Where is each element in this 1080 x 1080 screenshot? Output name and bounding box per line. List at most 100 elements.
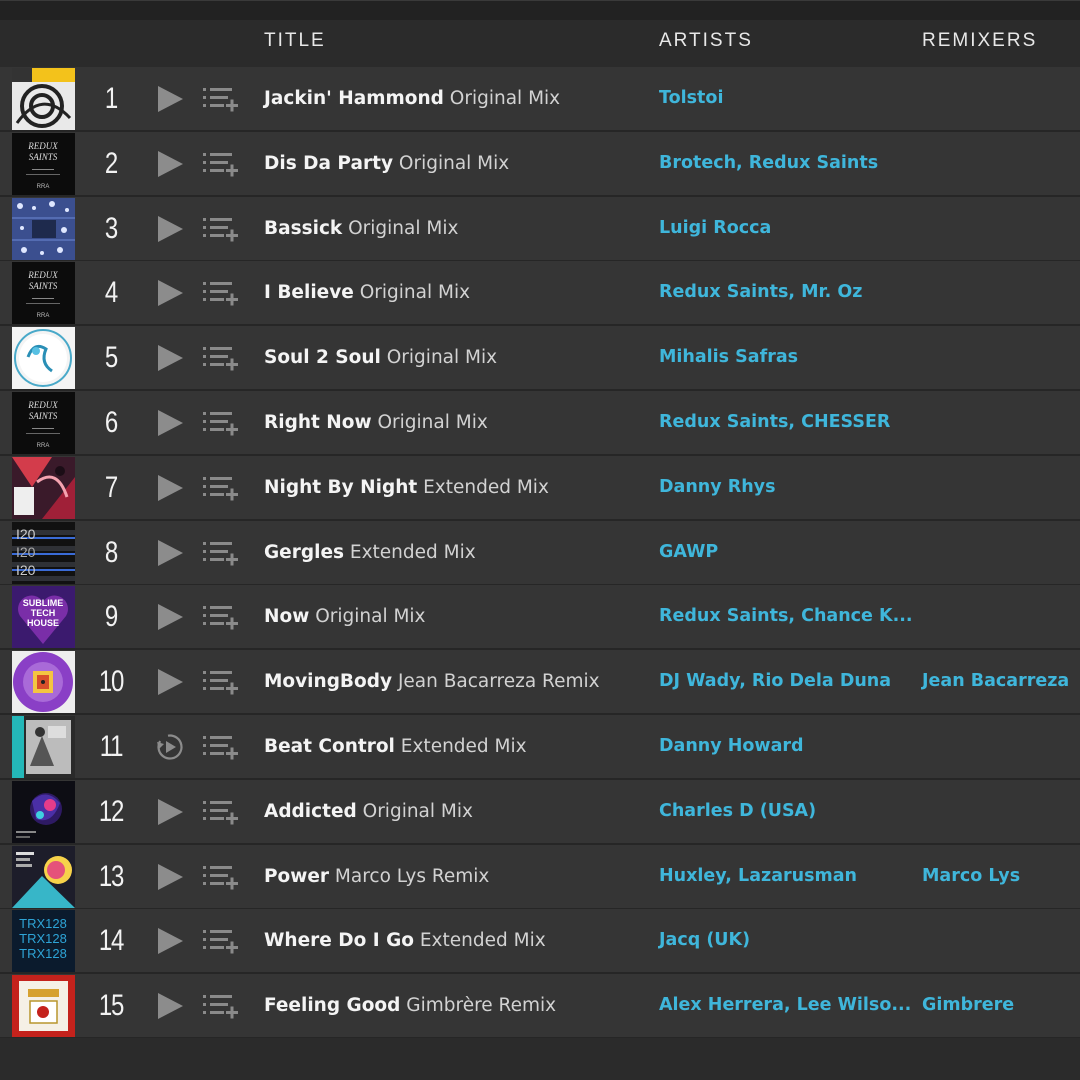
track-row-13[interactable]: 13 Power Marco Lys Remix Huxley, Lazarus… — [0, 844, 1080, 908]
track-row-15[interactable]: 15 Feeling Good Gimbrère Remix Alex Herr… — [0, 974, 1080, 1038]
release-artwork[interactable]: REDUX SAINTS RRA — [12, 262, 75, 325]
add-to-queue-icon[interactable] — [202, 214, 240, 244]
release-artwork[interactable] — [12, 715, 75, 778]
track-artists[interactable]: Luigi Rocca — [659, 197, 771, 260]
release-artwork[interactable] — [12, 197, 75, 260]
track-title[interactable]: Jackin' Hammond Original Mix — [264, 67, 560, 130]
play-icon[interactable] — [155, 343, 185, 373]
track-title[interactable]: Bassick Original Mix — [264, 197, 458, 260]
play-icon[interactable] — [155, 667, 185, 697]
track-row-8[interactable]: I20 I20 I20 8 Gergles Extended Mix GAWP — [0, 520, 1080, 584]
track-artists[interactable]: Charles D (USA) — [659, 780, 816, 843]
track-artists[interactable]: Alex Herrera, Lee Wilso... — [659, 974, 911, 1037]
release-artwork[interactable] — [12, 975, 75, 1038]
track-name: Feeling Good — [264, 995, 401, 1017]
play-icon[interactable] — [155, 926, 185, 956]
add-to-queue-icon[interactable] — [202, 343, 240, 373]
release-artwork[interactable]: TRX128 TRX128 TRX128 — [12, 910, 75, 973]
add-to-queue-icon[interactable] — [202, 862, 240, 892]
play-icon[interactable] — [155, 214, 185, 244]
track-title[interactable]: Night By Night Extended Mix — [264, 456, 549, 519]
track-row-11[interactable]: 11 Beat Control Extended Mix Danny Howar… — [0, 714, 1080, 778]
track-remixers[interactable]: Gimbrere — [922, 974, 1014, 1037]
track-row-14[interactable]: TRX128 TRX128 TRX128 14 Where Do I Go Exte… — [0, 909, 1080, 973]
play-icon[interactable] — [155, 278, 185, 308]
add-to-queue-icon[interactable] — [202, 149, 240, 179]
add-to-queue-icon[interactable] — [202, 797, 240, 827]
add-to-queue-icon[interactable] — [202, 991, 240, 1021]
track-artists[interactable]: Brotech, Redux Saints — [659, 132, 878, 195]
release-artwork[interactable] — [12, 327, 75, 390]
track-remixers[interactable]: Jean Bacarreza — [922, 650, 1069, 713]
track-remixers[interactable]: Marco Lys — [922, 845, 1020, 908]
add-to-queue-icon[interactable] — [202, 473, 240, 503]
release-artwork[interactable]: REDUX SAINTS RRA — [12, 391, 75, 454]
svg-text:I20: I20 — [16, 562, 36, 578]
track-artists[interactable]: Redux Saints, Mr. Oz — [659, 261, 862, 324]
track-artists[interactable]: Tolstoi — [659, 67, 723, 130]
release-artwork[interactable] — [12, 456, 75, 519]
track-title[interactable]: Dis Da Party Original Mix — [264, 132, 509, 195]
track-row-5[interactable]: 5 Soul 2 Soul Original Mix Mihalis Safra… — [0, 326, 1080, 390]
play-icon[interactable] — [155, 408, 185, 438]
track-title[interactable]: Right Now Original Mix — [264, 391, 488, 454]
release-artwork[interactable]: SUBLIME TECH HOUSE — [12, 586, 75, 649]
track-title[interactable]: I Believe Original Mix — [264, 261, 470, 324]
track-artists[interactable]: Mihalis Safras — [659, 326, 798, 389]
column-header-remixers[interactable]: REMIXERS — [922, 30, 1037, 52]
add-to-queue-icon[interactable] — [202, 732, 240, 762]
replay-icon[interactable] — [155, 732, 185, 762]
add-to-queue-icon[interactable] — [202, 408, 240, 438]
play-icon[interactable] — [155, 538, 185, 568]
track-row-12[interactable]: 12 Addicted Original Mix Charles D (USA) — [0, 779, 1080, 843]
track-artists[interactable]: Huxley, Lazarusman — [659, 845, 857, 908]
track-title[interactable]: Beat Control Extended Mix — [264, 715, 527, 778]
play-icon[interactable] — [155, 862, 185, 892]
track-row-3[interactable]: 3 Bassick Original Mix Luigi Rocca — [0, 196, 1080, 260]
track-artists[interactable]: Danny Howard — [659, 715, 804, 778]
track-title[interactable]: Power Marco Lys Remix — [264, 845, 489, 908]
track-title[interactable]: MovingBody Jean Bacarreza Remix — [264, 650, 600, 713]
play-icon[interactable] — [155, 991, 185, 1021]
track-artists[interactable]: Danny Rhys — [659, 456, 776, 519]
release-artwork[interactable]: REDUX SAINTS RRA — [12, 132, 75, 195]
add-to-queue-icon[interactable] — [202, 84, 240, 114]
release-artwork[interactable]: I20 I20 I20 — [12, 521, 75, 584]
track-title[interactable]: Addicted Original Mix — [264, 780, 473, 843]
add-to-queue-icon[interactable] — [202, 667, 240, 697]
add-to-queue-icon[interactable] — [202, 538, 240, 568]
track-title[interactable]: Feeling Good Gimbrère Remix — [264, 974, 556, 1037]
column-header-title[interactable]: TITLE — [264, 30, 326, 52]
track-title[interactable]: Where Do I Go Extended Mix — [264, 909, 546, 972]
release-artwork[interactable] — [12, 845, 75, 908]
add-to-queue-icon[interactable] — [202, 926, 240, 956]
track-row-1[interactable]: 1 Jackin' Hammond Original Mix Tolstoi — [0, 67, 1080, 130]
release-artwork[interactable] — [12, 68, 75, 130]
track-row-10[interactable]: 10 MovingBody Jean Bacarreza Remix DJ Wa… — [0, 650, 1080, 714]
add-to-queue-icon[interactable] — [202, 602, 240, 632]
track-artists[interactable]: Redux Saints, CHESSER — [659, 391, 890, 454]
release-artwork[interactable] — [12, 651, 75, 714]
track-artists[interactable]: Jacq (UK) — [659, 909, 750, 972]
track-artists[interactable]: Redux Saints, Chance K... — [659, 585, 913, 648]
track-row-2[interactable]: REDUX SAINTS RRA 2 Dis Da Party Original M… — [0, 131, 1080, 195]
track-title[interactable]: Gergles Extended Mix — [264, 521, 476, 584]
play-icon[interactable] — [155, 473, 185, 503]
track-row-7[interactable]: 7 Night By Night Extended Mix Danny Rhys — [0, 455, 1080, 519]
track-number: 10 — [98, 665, 124, 699]
play-icon[interactable] — [155, 84, 185, 114]
play-icon[interactable] — [155, 149, 185, 179]
release-artwork[interactable] — [12, 780, 75, 843]
play-icon[interactable] — [155, 602, 185, 632]
track-row-9[interactable]: SUBLIME TECH HOUSE 9 Now Original Mix Redu… — [0, 585, 1080, 649]
play-icon[interactable] — [155, 797, 185, 827]
track-artists[interactable]: DJ Wady, Rio Dela Duna — [659, 650, 891, 713]
track-title[interactable]: Soul 2 Soul Original Mix — [264, 326, 497, 389]
column-header-artists[interactable]: ARTISTS — [659, 30, 753, 52]
add-to-queue-icon[interactable] — [202, 278, 240, 308]
track-artists[interactable]: GAWP — [659, 521, 718, 584]
track-list-panel: TITLE ARTISTS REMIXERS 1 Jackin' Hammond… — [0, 0, 1080, 1080]
track-title[interactable]: Now Original Mix — [264, 585, 426, 648]
track-row-4[interactable]: REDUX SAINTS RRA 4 I Believe Original Mix … — [0, 261, 1080, 325]
track-row-6[interactable]: REDUX SAINTS RRA 6 Right Now Original Mix … — [0, 390, 1080, 454]
